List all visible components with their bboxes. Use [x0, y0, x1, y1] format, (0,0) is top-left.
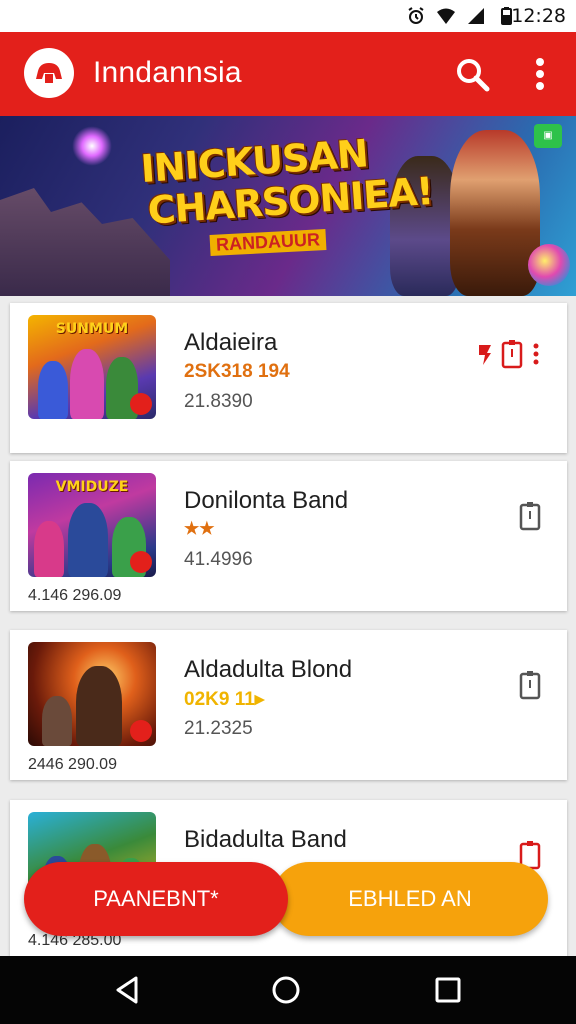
red-flag-icon[interactable] — [477, 341, 493, 367]
recents-icon[interactable] — [432, 974, 464, 1006]
payment-button[interactable]: PAANEBNT* — [24, 862, 288, 936]
screen: 12:28 Inndannsia INICKUSAN CHARSONIEA! R… — [0, 0, 576, 1024]
item-name: Aldadulta Blond — [184, 656, 353, 683]
hero-character-right — [450, 130, 540, 296]
item-actions — [477, 339, 541, 369]
item-name: Aldaieira — [184, 329, 278, 356]
item-thumbnail: VMIDUZE — [28, 473, 156, 577]
item-value: 21.2325 — [184, 718, 253, 739]
enabled-button[interactable]: EBHLED AN — [272, 862, 548, 936]
app-logo-icon — [36, 63, 62, 83]
item-code: ★★ — [184, 519, 215, 538]
thumb-label: VMIDUZE — [55, 479, 129, 495]
list-item[interactable]: VMIDUZE Donilonta Band ★★ 41.4996 4.146 … — [10, 461, 567, 611]
banner-orb-icon — [528, 244, 570, 286]
banner-badge-icon: ▣ — [534, 124, 562, 148]
app-logo[interactable] — [24, 48, 74, 98]
item-thumbnail: SUNMUM — [28, 315, 156, 419]
firework-graphic — [72, 126, 112, 166]
alarm-icon — [408, 7, 424, 24]
status-bar: 12:28 — [0, 0, 576, 32]
list-item[interactable]: SUNMUM Aldaieira 2SK318 194 21.8390 — [10, 303, 567, 453]
wifi-icon — [437, 8, 455, 24]
item-extra: 2446 290.09 — [28, 756, 117, 773]
status-time: 12:28 — [511, 5, 566, 27]
item-name: Bidadulta Band — [184, 826, 347, 853]
app-title: Inndannsia — [93, 56, 242, 89]
bookmark-icon[interactable] — [519, 670, 541, 700]
more-vert-icon[interactable] — [526, 56, 554, 92]
item-code: 02K9 11▸ — [184, 689, 265, 710]
item-thumbnail — [28, 642, 156, 746]
thumb-badge-icon — [130, 551, 152, 573]
signal-icon — [468, 8, 484, 24]
search-icon[interactable] — [454, 56, 490, 92]
more-dots-icon[interactable] — [531, 341, 541, 367]
item-actions — [519, 501, 541, 531]
list-item[interactable]: Aldadulta Blond 02K9 11▸ 21.2325 2446 29… — [10, 630, 567, 780]
thumb-badge-icon — [130, 393, 152, 415]
promo-banner[interactable]: INICKUSAN CHARSONIEA! RANDAUUR ▣ — [0, 116, 576, 296]
status-icons — [406, 6, 516, 26]
home-icon[interactable] — [270, 974, 302, 1006]
item-value: 21.8390 — [184, 391, 253, 412]
item-code: 2SK318 194 — [184, 361, 290, 382]
bookmark-icon[interactable] — [501, 339, 523, 369]
item-actions — [519, 670, 541, 700]
thumb-badge-icon — [130, 720, 152, 742]
thumb-label: SUNMUM — [55, 321, 129, 337]
item-extra: 4.146 296.09 — [28, 587, 122, 604]
back-icon[interactable] — [112, 974, 144, 1006]
item-name: Donilonta Band — [184, 487, 349, 514]
item-value: 41.4996 — [184, 549, 253, 570]
navigation-bar — [0, 956, 576, 1024]
bookmark-icon[interactable] — [519, 501, 541, 531]
app-bar: Inndannsia — [0, 32, 576, 116]
banner-tag: RANDAUUR — [209, 228, 327, 257]
